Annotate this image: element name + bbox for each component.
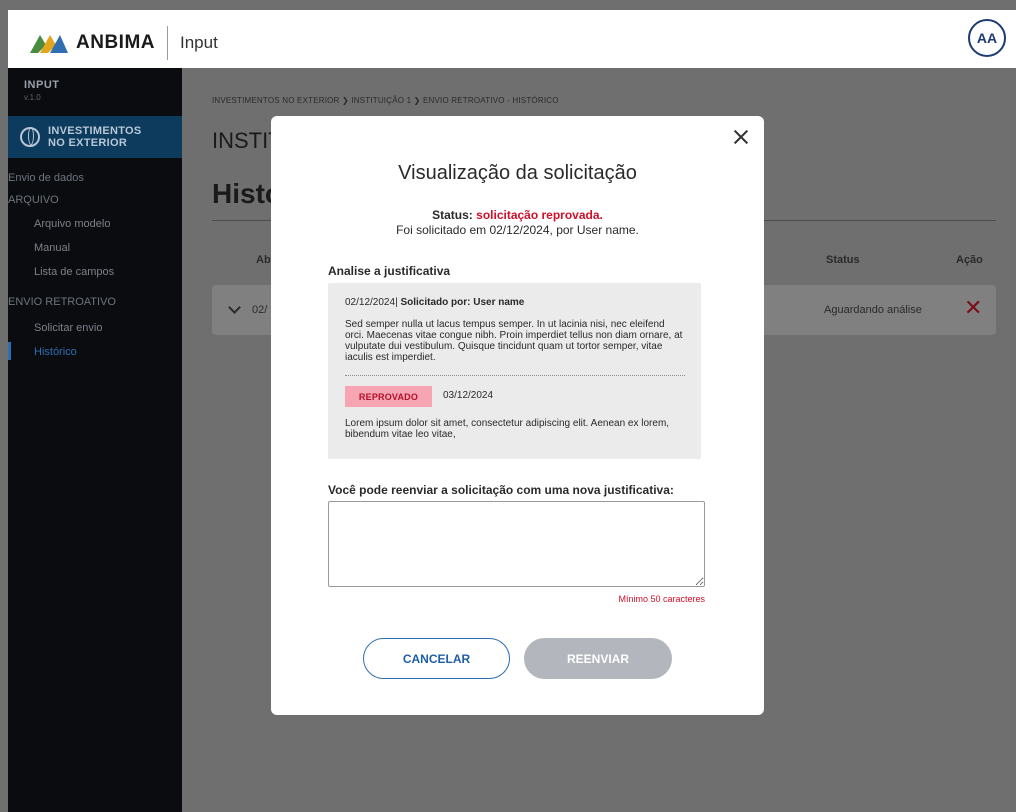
sidebar: INPUT v.1.0 INVESTIMENTOS NO EXTERIOR En… (8, 68, 182, 812)
status-value: solicitação reprovada. (476, 208, 603, 222)
close-icon[interactable]: ✕ (964, 297, 982, 319)
brand-divider (167, 26, 168, 60)
status-label: Status: (432, 208, 473, 222)
rejection-date: 03/12/2024 (443, 390, 494, 401)
module-label-line2: NO EXTERIOR (48, 137, 128, 149)
column-header-status: Status (826, 254, 860, 266)
status-line: Status: solicitação reprovada. (271, 208, 764, 222)
sidebar-item-solicitar-envio[interactable]: Solicitar envio (34, 322, 182, 334)
request-view-modal: Visualização da solicitação Status: soli… (271, 116, 764, 715)
column-header-action: Ação (956, 254, 983, 266)
globe-icon (20, 127, 40, 147)
user-avatar[interactable]: AA (968, 19, 1006, 57)
new-justification-field[interactable] (328, 501, 705, 587)
brand-logo[interactable]: ANBIMA Input (28, 26, 218, 60)
sidebar-active-indicator (8, 342, 11, 360)
sidebar-item-arquivo-modelo[interactable]: Arquivo modelo (34, 218, 182, 230)
sidebar-module-investimentos[interactable]: INVESTIMENTOS NO EXTERIOR (8, 116, 182, 158)
dotted-divider (345, 375, 685, 376)
justification-header: 02/12/2024| Solicitado por: User name (345, 297, 525, 308)
new-justification-label: Você pode reenviar a solicitação com uma… (328, 483, 674, 497)
row-date: 02/ (252, 304, 268, 316)
justification-date: 02/12/2024 (345, 297, 396, 308)
sidebar-item-historico[interactable]: Histórico (34, 346, 182, 358)
brand-name: ANBIMA (76, 32, 155, 53)
sidebar-section-envio-retroativo: ENVIO RETROATIVO (8, 296, 116, 308)
requested-info: Foi solicitado em 02/12/2024, por User n… (396, 223, 639, 237)
rejection-reply-text: Lorem ipsum dolor sit amet, consectetur … (345, 418, 670, 440)
justification-section-label: Analise a justificativa (328, 264, 451, 278)
justification-requested-by: Solicitado por: User name (400, 297, 525, 308)
sidebar-item-lista-de-campos[interactable]: Lista de campos (34, 266, 182, 278)
justification-text: Sed semper nulla ut lacus tempus semper.… (345, 319, 683, 363)
modal-title: Visualização da solicitação (398, 162, 637, 184)
sidebar-section-arquivo: ARQUIVO (8, 194, 59, 206)
sidebar-module-label: INVESTIMENTOS NO EXTERIOR (48, 125, 142, 149)
min-chars-hint: Mínimo 50 caracteres (618, 594, 705, 604)
cancel-button[interactable]: CANCELAR (363, 638, 510, 679)
rejected-badge: REPROVADO (345, 386, 432, 407)
chevron-down-icon[interactable] (228, 301, 241, 314)
sidebar-version: v.1.0 (24, 93, 41, 102)
top-bar: ANBIMA Input AA (8, 10, 1016, 68)
breadcrumb[interactable]: INVESTIMENTOS NO EXTERIOR ❯ INSTITUIÇÃO … (212, 96, 559, 105)
module-label-line1: INVESTIMENTOS (48, 125, 142, 137)
resend-button[interactable]: REENVIAR (524, 638, 672, 679)
close-icon[interactable] (732, 128, 750, 146)
justification-box: 02/12/2024| Solicitado por: User name Se… (328, 283, 701, 459)
sidebar-item-envio-de-dados[interactable]: Envio de dados (8, 172, 182, 184)
anbima-logo-icon (30, 35, 68, 53)
sidebar-title: INPUT (24, 79, 60, 91)
app-name: Input (180, 33, 218, 52)
sidebar-item-manual[interactable]: Manual (34, 242, 182, 254)
row-status: Aguardando análise (824, 304, 922, 316)
